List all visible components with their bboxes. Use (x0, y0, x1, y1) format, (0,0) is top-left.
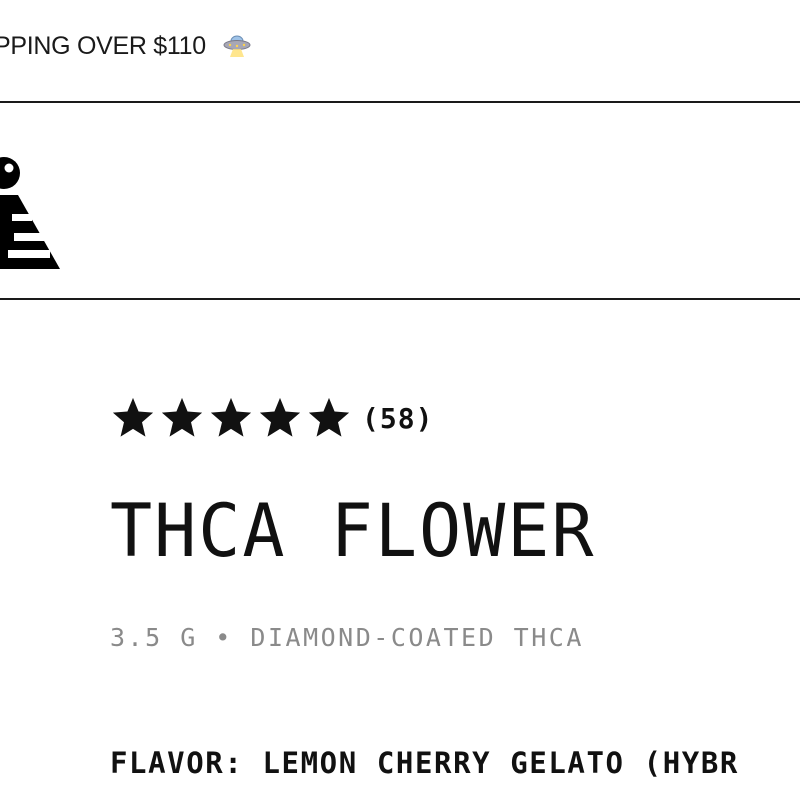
star-rating (110, 395, 352, 441)
brand-logo[interactable] (0, 147, 64, 277)
announcement-text: PPING OVER $110 (0, 32, 206, 60)
star-icon (210, 397, 252, 437)
star-icon (161, 397, 203, 437)
star-icon (259, 397, 301, 437)
flavor-label: FLAVOR: LEMON CHERRY GELATO (HYBR (110, 746, 739, 780)
logo-icon (0, 157, 60, 269)
announcement-bar: PPING OVER $110 (0, 0, 800, 102)
product-info: (58) THCA FLOWER 3.5 G • DIAMOND-COATED … (110, 380, 800, 780)
star-icon (308, 397, 350, 437)
rating-row[interactable]: (58) (110, 380, 800, 456)
product-subtitle: 3.5 G • DIAMOND-COATED THCA (110, 623, 584, 652)
review-count[interactable]: (58) (362, 402, 433, 435)
star-icon (112, 397, 154, 437)
header-bottom-divider (0, 298, 800, 300)
announcement-text-row: PPING OVER $110 (0, 32, 252, 61)
site-header (0, 103, 800, 298)
product-title: THCA FLOWER (110, 487, 596, 574)
ufo-icon (222, 29, 252, 59)
